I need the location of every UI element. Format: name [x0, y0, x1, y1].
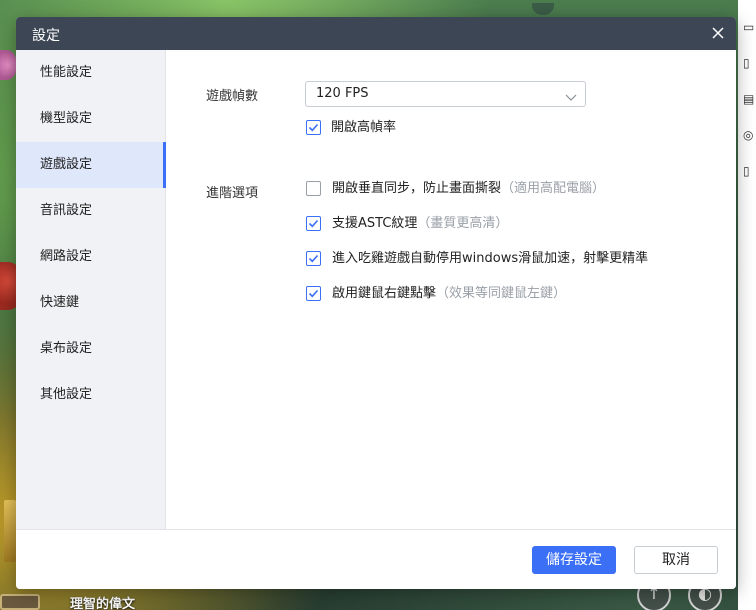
high-fps-checkbox[interactable]	[306, 120, 321, 135]
sidebar-item-game[interactable]: 遊戲設定	[16, 142, 166, 188]
astc-text: 支援ASTC紋理（畫質更高清）	[332, 215, 508, 233]
sidebar-item-performance[interactable]: 性能設定	[16, 50, 165, 96]
vibrate-icon[interactable]: ▯	[743, 164, 755, 178]
chevron-down-icon	[565, 88, 577, 101]
close-icon[interactable]	[708, 23, 728, 43]
settings-sidebar: 性能設定 機型設定 遊戲設定 音訊設定 網路設定 快速鍵 桌布設定 其他設定	[16, 50, 166, 529]
save-button[interactable]: 儲存設定	[532, 546, 616, 574]
mouse-accel-text: 進入吃雞遊戲自動停用windows滑鼠加速，射擊更精準	[332, 250, 648, 268]
settings-dialog: 設定 性能設定 機型設定 遊戲設定 音訊設定 網路設定 快速鍵 桌布設定 其他設…	[16, 17, 736, 589]
sidebar-item-shortcuts[interactable]: 快速鍵	[16, 280, 165, 326]
mouse-accel-checkbox[interactable]	[306, 251, 321, 266]
sidebar-item-network[interactable]: 網路設定	[16, 234, 165, 280]
cancel-button[interactable]: 取消	[634, 546, 718, 574]
dialog-header: 設定	[16, 17, 736, 50]
right-click-checkbox[interactable]	[306, 286, 321, 301]
player-name: 理智的偉文	[70, 597, 136, 610]
sidebar-item-audio[interactable]: 音訊設定	[16, 188, 165, 234]
dialog-title: 設定	[32, 28, 60, 44]
right-click-hint: （效果等同鍵鼠左鍵）	[436, 286, 567, 301]
shake-icon[interactable]: ▯	[743, 56, 755, 70]
mouse-accel-label: 進入吃雞遊戲自動停用windows滑鼠加速，射擊更精準	[332, 251, 649, 266]
window-icon[interactable]: ▤	[743, 92, 755, 106]
screen-icon[interactable]: ▭	[743, 20, 755, 34]
player-avatar	[0, 594, 40, 610]
background-card	[4, 500, 16, 562]
dialog-body: 性能設定 機型設定 遊戲設定 音訊設定 網路設定 快速鍵 桌布設定 其他設定 遊…	[16, 50, 736, 529]
right-click-text: 啟用鍵鼠右鍵點擊（效果等同鍵鼠左鍵）	[332, 285, 566, 303]
sidebar-item-wallpaper[interactable]: 桌布設定	[16, 326, 165, 372]
astc-label: 支援ASTC紋理	[332, 216, 418, 231]
sidebar-item-other[interactable]: 其他設定	[16, 372, 165, 418]
game-settings-panel: 遊戲幀數 120 FPS 開啟高幀率 進階選項 開啟垂直同步，防止畫面撕裂（適用…	[167, 50, 736, 529]
astc-checkbox[interactable]	[306, 216, 321, 231]
astc-hint: （畫質更高清）	[417, 216, 509, 231]
vsync-hint: （適用高配電腦）	[501, 181, 606, 196]
location-icon[interactable]: ◎	[743, 128, 755, 142]
dialog-footer: 儲存設定 取消	[16, 529, 736, 589]
sidebar-item-device-model[interactable]: 機型設定	[16, 96, 165, 142]
frame-rate-select[interactable]: 120 FPS	[305, 81, 586, 107]
right-click-label: 啟用鍵鼠右鍵點擊	[332, 286, 437, 301]
high-fps-label: 開啟高幀率	[331, 120, 397, 135]
frame-rate-label: 遊戲幀數	[206, 89, 259, 104]
frame-rate-value: 120 FPS	[316, 86, 369, 101]
vsync-label: 開啟垂直同步，防止畫面撕裂	[332, 181, 502, 196]
vsync-text: 開啟垂直同步，防止畫面撕裂（適用高配電腦）	[332, 180, 605, 198]
advanced-options-label: 進階選項	[206, 186, 259, 201]
emulator-side-toolbar: ▭ ▯ ▤ ◎ ▯	[738, 0, 756, 610]
background-flower	[0, 50, 16, 80]
vsync-checkbox[interactable]	[306, 181, 321, 196]
